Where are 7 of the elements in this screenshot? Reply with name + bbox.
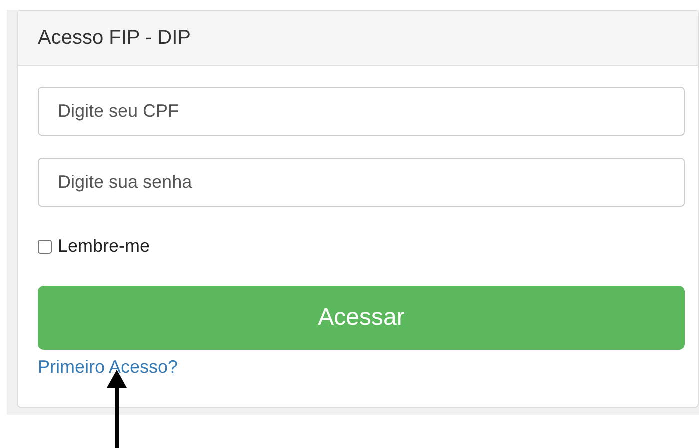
login-button[interactable]: Acessar [38, 286, 685, 350]
first-access-link[interactable]: Primeiro Acesso? [38, 357, 178, 377]
text-field[interactable]: Digite seu CPF [38, 87, 685, 136]
remember-label: Lembre-me [58, 235, 150, 258]
text-field[interactable]: Digite sua senha [38, 158, 685, 207]
remember-checkbox[interactable] [38, 240, 52, 254]
panel-title: Acesso FIP - DIP [38, 26, 192, 51]
